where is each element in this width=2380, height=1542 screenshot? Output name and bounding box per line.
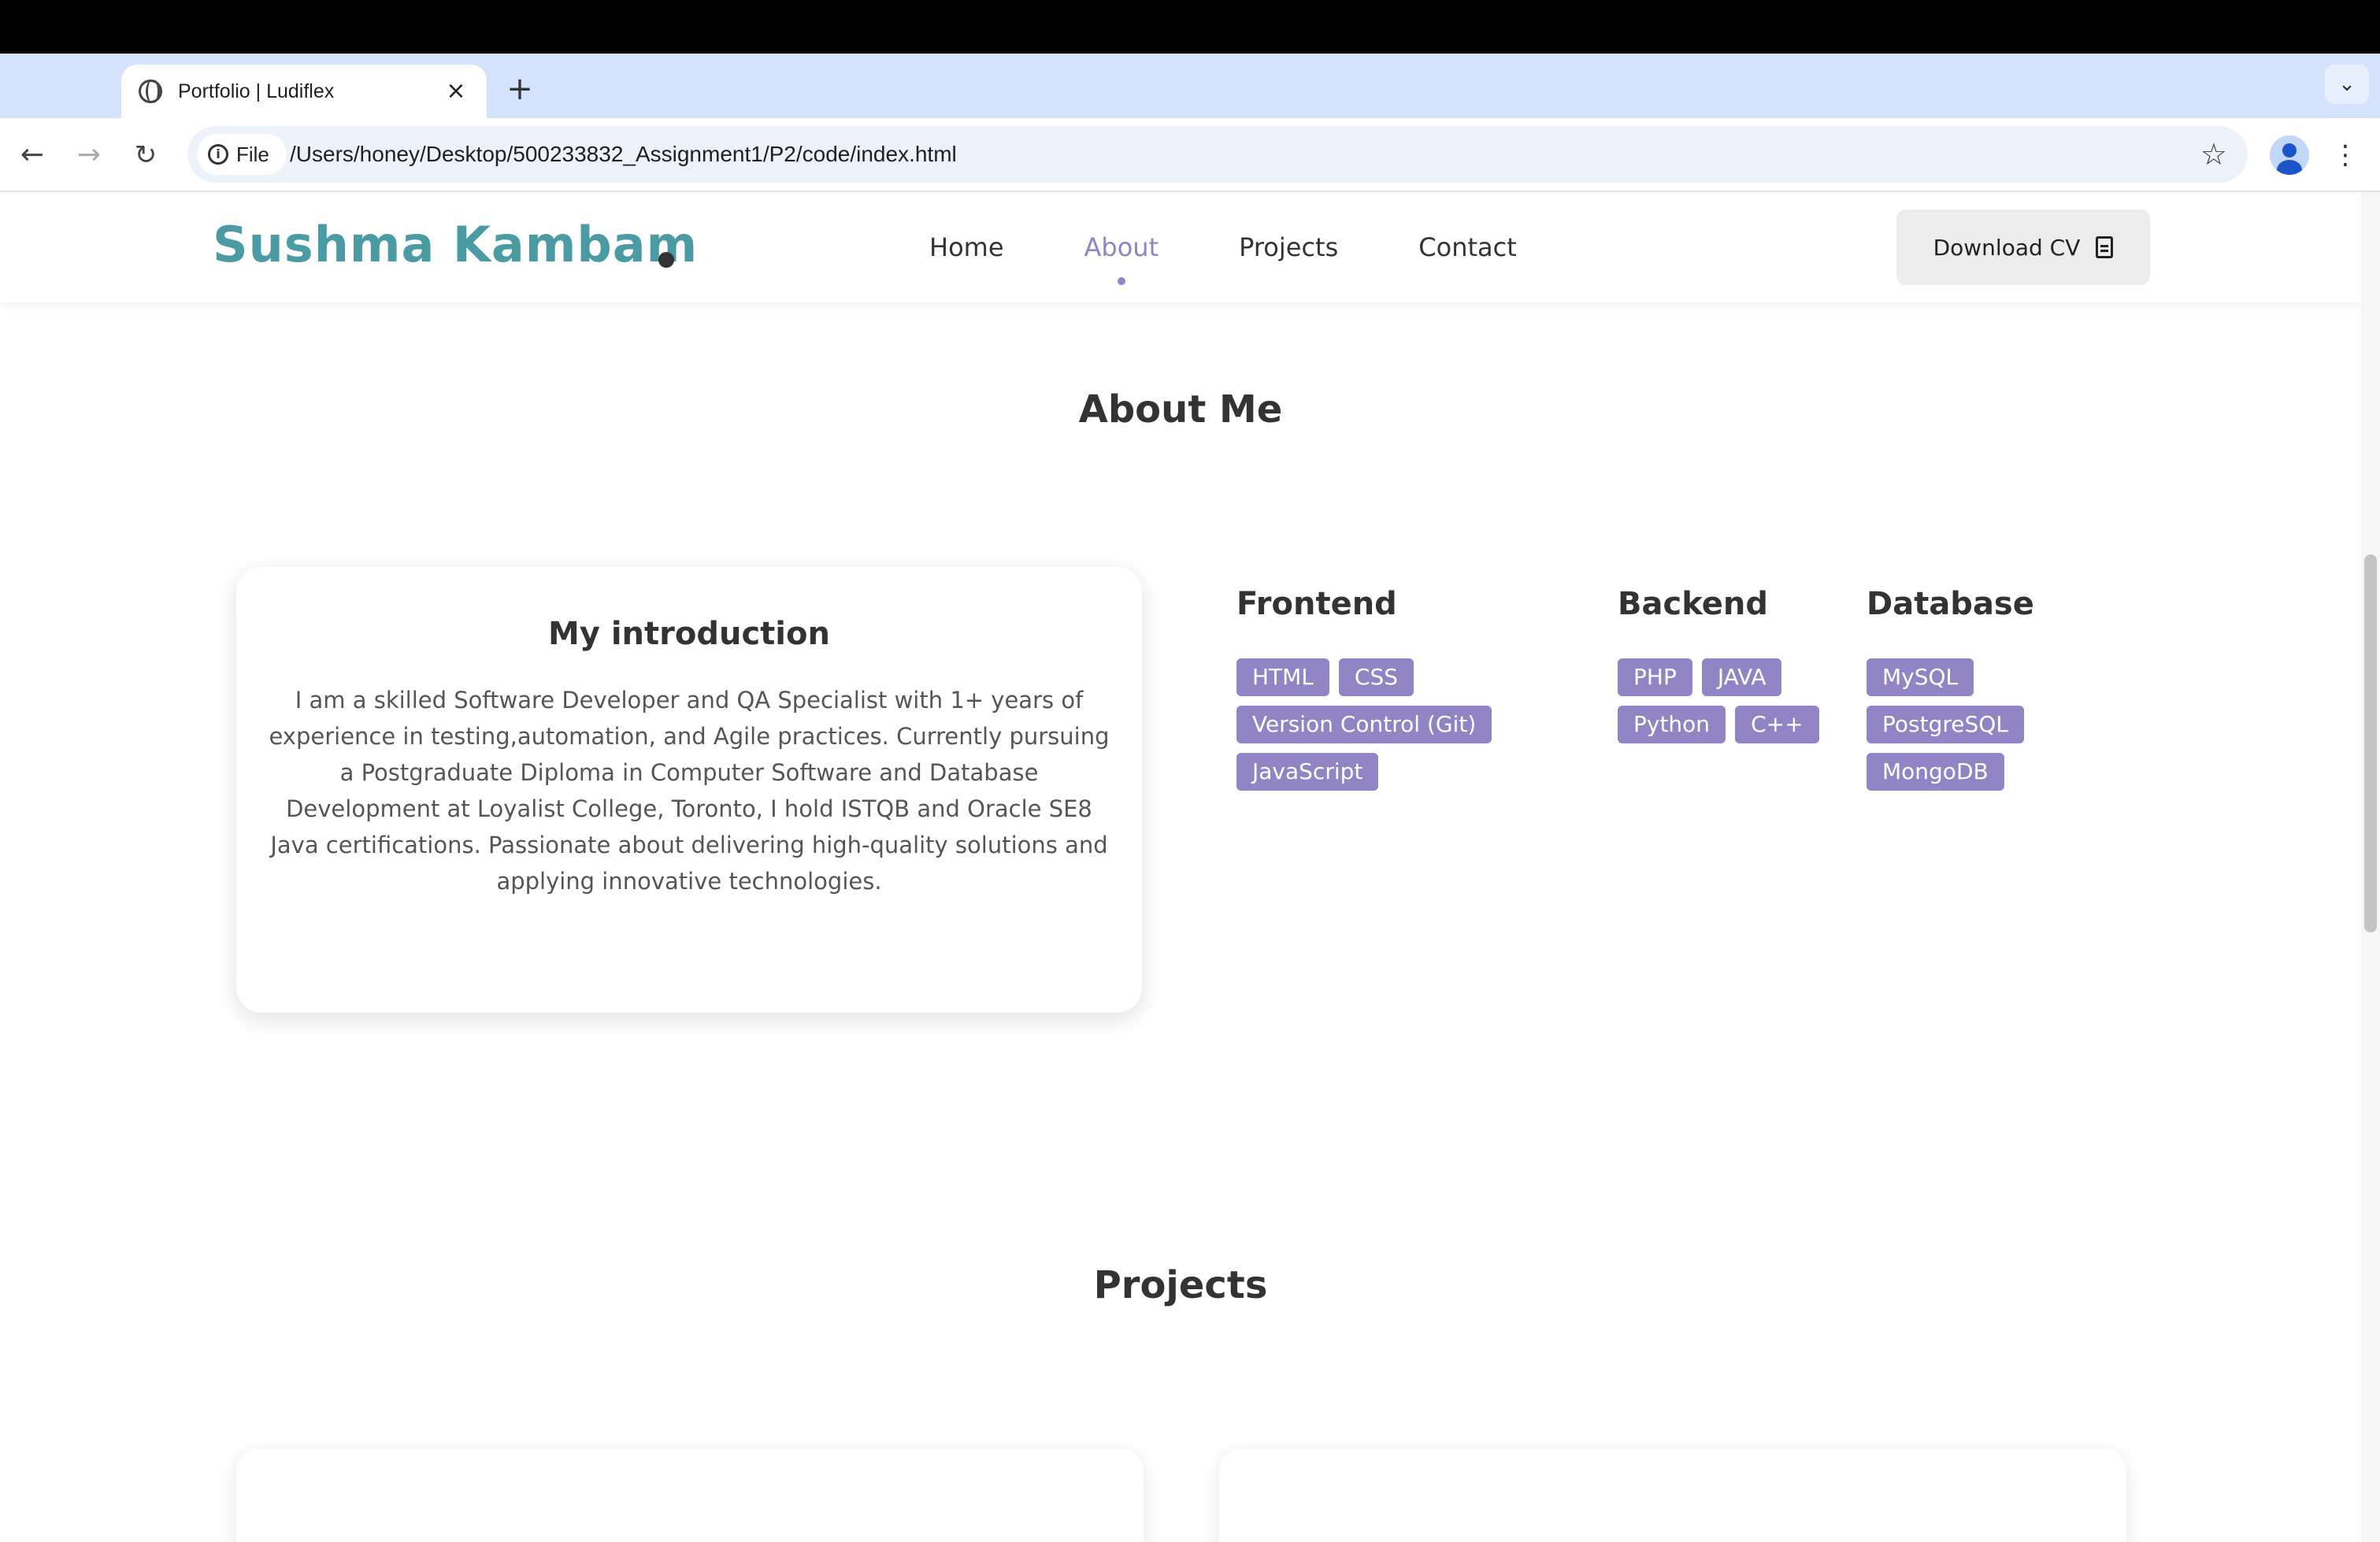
project-card[interactable] [1219,1449,2126,1542]
globe-icon [139,80,162,103]
bookmark-star-icon[interactable]: ☆ [2200,126,2227,183]
skills-backend: Backend PHP JAVA Python C++ [1618,586,1830,743]
page-scrollbar[interactable] [2361,192,2380,1542]
skill-tag: JAVA [1701,658,1782,696]
close-tab-icon[interactable]: × [443,78,469,105]
skills-frontend-tags: HTML CSS Version Control (Git) JavaScrip… [1236,658,1504,791]
skill-tag: JavaScript [1236,753,1379,791]
url-text[interactable]: /Users/honey/Desktop/500233832_Assignmen… [290,126,957,183]
new-tab-button[interactable]: + [504,69,536,109]
back-button[interactable]: ← [11,134,54,176]
skills-database-heading: Database [1867,586,2034,622]
skill-tag: MongoDB [1867,753,2004,791]
main-nav: Home About Projects Contact [929,192,1597,302]
skill-tag: CSS [1338,658,1414,696]
site-header: Sushma Kambam Home About Projects Contac… [0,192,2361,302]
skills-frontend-heading: Frontend [1236,586,1397,622]
nav-link-about[interactable]: About [1084,192,1158,302]
reload-button[interactable]: ↻ [124,134,167,176]
skill-tag: C++ [1735,706,1819,743]
address-bar[interactable]: i File /Users/honey/Desktop/500233832_As… [187,126,2248,183]
browser-toolbar: ← → ↻ i File /Users/honey/Desktop/500233… [0,118,2380,192]
tab-title: Portfolio | Ludiflex [178,80,335,102]
profile-avatar-icon[interactable] [2270,135,2309,175]
tab-strip: Portfolio | Ludiflex × + ⌄ [0,54,2380,118]
tab-search-icon[interactable]: ⌄ [2325,65,2369,104]
skill-tag: MySQL [1867,658,1974,696]
skill-tag: PostgreSQL [1867,706,2024,743]
intro-card: My introduction I am a skilled Software … [236,567,1142,1013]
browser-tab[interactable]: Portfolio | Ludiflex × [121,65,487,118]
skills-database: Database MySQL PostgreSQL MongoDB [1867,586,2056,791]
forward-button[interactable]: → [68,134,110,176]
nav-link-projects[interactable]: Projects [1239,192,1338,302]
browser-menu-icon[interactable]: ⋮ [2330,134,2361,176]
nav-link-home[interactable]: Home [929,192,1004,302]
download-cv-label: Download CV [1933,234,2081,261]
project-card[interactable] [236,1449,1144,1542]
nav-link-contact[interactable]: Contact [1418,192,1517,302]
projects-section-title: Projects [1093,1263,1268,1307]
skill-tag: Version Control (Git) [1236,706,1492,743]
intro-text: I am a skilled Software Developer and QA… [269,687,1110,895]
site-logo[interactable]: Sushma Kambam [213,216,698,273]
document-icon [2096,236,2114,258]
download-cv-button[interactable]: Download CV [1896,209,2150,285]
site-info-chip[interactable]: i File [197,134,287,175]
skill-tag: HTML [1236,658,1329,696]
scrollbar-thumb[interactable] [2364,554,2377,932]
skills-backend-tags: PHP JAVA Python C++ [1618,658,1830,743]
skills-frontend: Frontend HTML CSS Version Control (Git) … [1236,586,1504,791]
skill-tag: Python [1618,706,1726,743]
os-menu-bar [0,0,2380,54]
logo-dot [658,252,674,268]
info-icon: i [208,144,228,165]
scheme-label: File [236,142,269,166]
skills-backend-heading: Backend [1618,586,1768,622]
skill-tag: PHP [1618,658,1692,696]
about-section-title: About Me [1078,387,1283,432]
skills-database-tags: MySQL PostgreSQL MongoDB [1867,658,2056,791]
page-viewport: Sushma Kambam Home About Projects Contac… [0,192,2380,1542]
intro-heading: My introduction [548,616,830,652]
